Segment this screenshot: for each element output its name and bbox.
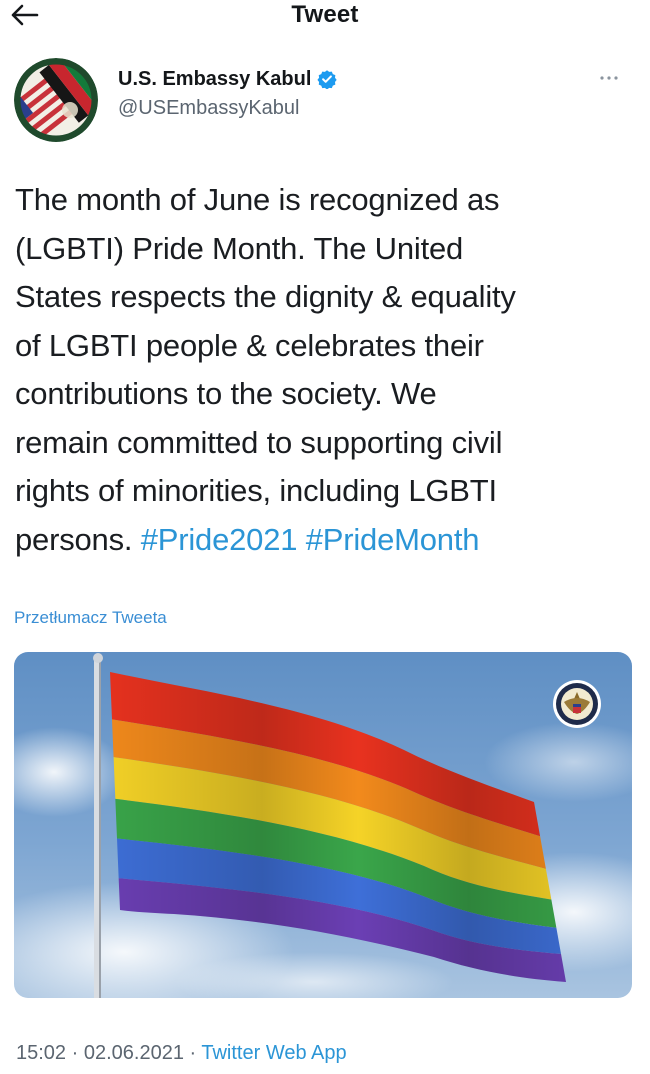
tweet-text-line: (LGBTI) Pride Month. The United [15, 230, 464, 266]
tweet-text-line: contributions to the society. We [15, 376, 437, 411]
tweet-source-link[interactable]: Twitter Web App [201, 1042, 346, 1064]
hashtag-spacer [297, 522, 305, 557]
tweet-date: 02.06.2021 [83, 1042, 184, 1064]
more-options-button[interactable] [594, 68, 624, 88]
tweet-author: U.S. Embassy Kabul @USEmbassyKabul [14, 58, 634, 142]
tweet-text: The month of June is recognized as (LGBT… [15, 176, 635, 564]
author-handle[interactable]: @USEmbassyKabul [118, 95, 299, 121]
author-name[interactable]: U.S. Embassy Kabul [118, 66, 311, 92]
tweet-media-image[interactable] [14, 652, 632, 998]
rainbow-flag-image [14, 652, 632, 998]
tweet-meta: 15:02 · 02.06.2021 · Twitter Web App [16, 1039, 347, 1067]
more-dots-icon [600, 76, 618, 80]
hashtag-pride2021[interactable]: #Pride2021 [141, 522, 298, 557]
tweet-text-line: remain committed to supporting civil [15, 424, 503, 460]
state-department-seal-icon [553, 680, 601, 728]
tweet-text-line: States respects the dignity & equality [15, 279, 516, 314]
author-name-row: U.S. Embassy Kabul [118, 66, 338, 92]
top-bar: Tweet [0, 0, 650, 40]
translate-tweet-link[interactable]: Przetłumacz Tweeta [14, 606, 167, 630]
tweet-text-line: of LGBTI people & celebrates their [15, 327, 484, 363]
embassy-seal-icon [14, 58, 98, 142]
tweet-text-line: persons. [15, 521, 141, 557]
page-title: Tweet [291, 1, 359, 28]
tweet-text-line: rights of minorities, including LGBTI [15, 473, 497, 508]
verified-badge-icon [317, 70, 338, 89]
hashtag-pridemonth[interactable]: #PrideMonth [306, 522, 480, 557]
avatar[interactable] [14, 58, 98, 142]
tweet-time: 15:02 [16, 1042, 67, 1064]
meta-separator: · [183, 1042, 202, 1064]
tweet-text-line: The month of June is recognized as [15, 182, 500, 217]
meta-separator: · [66, 1042, 84, 1064]
